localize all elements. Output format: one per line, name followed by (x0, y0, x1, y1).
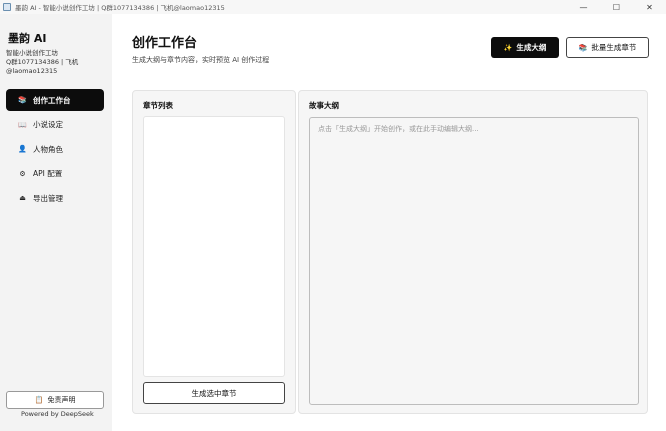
generate-outline-button[interactable]: ✨ 生成大纲 (491, 37, 559, 58)
window-controls: — ☐ ✕ (567, 0, 666, 14)
sidebar: 墨韵 AI 智能小说创作工坊 Q群1077134386 | 飞机 @laomao… (0, 14, 112, 431)
sidebar-item-novel-settings[interactable]: 📖 小说设定 (6, 114, 104, 136)
sidebar-item-label: 创作工作台 (33, 95, 71, 105)
outline-editor[interactable] (309, 117, 639, 405)
window-title: 墨韵 AI - 智能小说创作工坊 | Q群1077134386 | 飞机@lao… (15, 4, 225, 12)
book-icon: 📖 (18, 120, 27, 129)
app-icon (3, 3, 11, 11)
brand-title: 墨韵 AI (8, 32, 47, 45)
chapters-panel: 章节列表 生成选中章节 (132, 90, 296, 414)
sidebar-item-workbench[interactable]: 📚 创作工作台 (6, 89, 104, 111)
sidebar-item-label: 小说设定 (33, 120, 63, 129)
sidebar-item-label: API 配置 (33, 169, 63, 178)
sidebar-item-api-config[interactable]: ⚙ API 配置 (6, 163, 104, 185)
brand-subtitle-line: Q群1077134386 | 飞机 (6, 58, 79, 66)
generate-outline-label: 生成大纲 (516, 43, 547, 52)
sidebar-nav: 📚 创作工作台 📖 小说设定 👤 人物角色 ⚙ API 配置 ⏏ 导出管理 (6, 89, 104, 212)
disclaimer-label: 免责声明 (47, 396, 76, 404)
batch-generate-button[interactable]: 📚 批量生成章节 (566, 37, 649, 58)
sparkles-icon: ✨ (503, 43, 513, 52)
chapters-title: 章节列表 (143, 101, 173, 110)
sidebar-item-export[interactable]: ⏏ 导出管理 (6, 187, 104, 209)
maximize-icon[interactable]: ☐ (600, 0, 633, 14)
page-title: 创作工作台 (132, 36, 198, 51)
gear-icon: ⚙ (19, 169, 26, 178)
batch-generate-label: 批量生成章节 (591, 43, 637, 52)
page-subtitle: 生成大纲与章节内容，实时预览 AI 创作过程 (132, 56, 270, 64)
window-titlebar: 墨韵 AI - 智能小说创作工坊 | Q群1077134386 | 飞机@lao… (0, 0, 666, 14)
generate-selected-chapter-button[interactable]: 生成选中章节 (143, 382, 285, 404)
brand-subtitle-line: @laomao12315 (6, 67, 58, 75)
close-icon[interactable]: ✕ (633, 0, 666, 14)
export-icon: ⏏ (19, 194, 26, 202)
sidebar-item-label: 导出管理 (33, 193, 63, 203)
chapter-list[interactable] (143, 116, 285, 377)
sidebar-item-characters[interactable]: 👤 人物角色 (6, 138, 104, 160)
outline-title: 故事大纲 (309, 101, 339, 110)
minimize-icon[interactable]: — (567, 0, 600, 14)
powered-by: Powered by DeepSeek (21, 410, 94, 418)
sidebar-item-label: 人物角色 (33, 144, 63, 154)
document-icon: 📋 (34, 396, 44, 404)
main-content: 创作工作台 生成大纲与章节内容，实时预览 AI 创作过程 ✨ 生成大纲 📚 批量… (112, 14, 666, 431)
person-icon: 👤 (18, 145, 27, 153)
stack-icon: 📚 (578, 43, 588, 52)
brand-subtitle-line: 智能小说创作工坊 (6, 49, 58, 57)
outline-panel: 故事大纲 (298, 90, 648, 414)
brand-subtitle: 智能小说创作工坊 Q群1077134386 | 飞机 @laomao12315 (6, 49, 106, 76)
books-icon: 📚 (18, 96, 27, 104)
disclaimer-button[interactable]: 📋 免责声明 (6, 391, 104, 409)
